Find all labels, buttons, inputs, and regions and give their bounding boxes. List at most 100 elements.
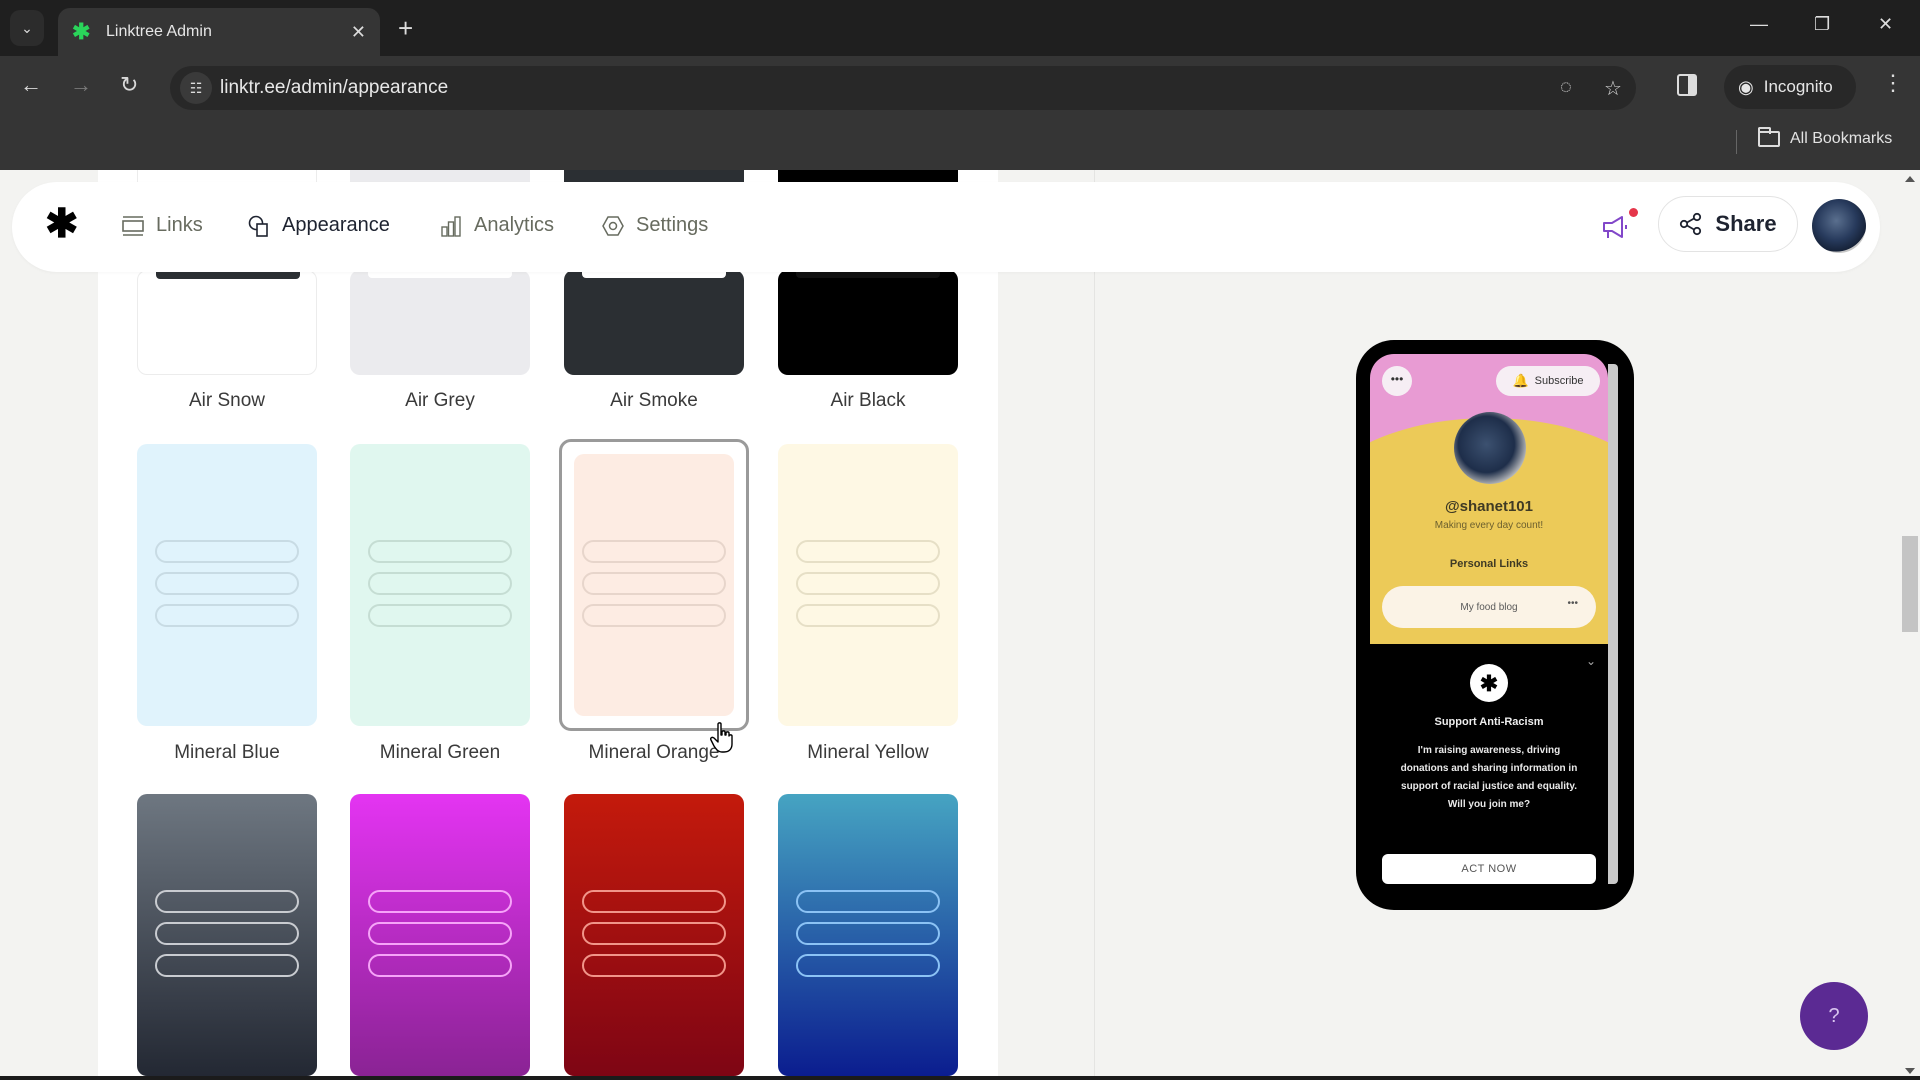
hand-cursor-icon	[710, 722, 733, 753]
theme-preview-link-pill	[582, 954, 726, 977]
help-button[interactable]: ?	[1800, 982, 1868, 1050]
preview-section-title: Personal Links	[1449, 558, 1529, 570]
scrollbar-thumb[interactable]	[1902, 536, 1918, 632]
bookmarks-bar: All Bookmarks	[0, 118, 1920, 170]
restore-icon[interactable]: ❐	[1814, 14, 1830, 35]
preview-link-more-icon[interactable]: •••	[1567, 598, 1578, 609]
theme-preview-link-pill	[155, 954, 299, 977]
theme-thumbnail[interactable]	[574, 454, 734, 716]
theme-thumbnail[interactable]	[350, 794, 530, 1076]
close-window-icon[interactable]: ✕	[1878, 14, 1893, 35]
share-label: Share	[1715, 211, 1777, 236]
theme-thumbnail-top-edge	[564, 170, 744, 182]
all-bookmarks-button[interactable]: All Bookmarks	[1758, 127, 1892, 148]
back-icon[interactable]: ←	[20, 72, 42, 98]
theme-label: Air Black	[830, 390, 906, 411]
theme-thumbnail[interactable]	[778, 270, 958, 375]
theme-preview-link-pill	[155, 922, 299, 945]
theme-preview-bar	[156, 271, 300, 279]
theme-label: Mineral Blue	[174, 742, 280, 763]
scroll-down-icon[interactable]	[1905, 1068, 1915, 1074]
url-text[interactable]: linktr.ee/admin/appearance	[220, 77, 448, 99]
linktree-logo-icon: ✱	[1470, 664, 1508, 702]
linktree-logo-icon[interactable]: ✱	[45, 204, 79, 244]
preview-subscribe-button[interactable]: 🔔 Subscribe	[1496, 366, 1600, 396]
theme-thumbnail[interactable]	[350, 270, 530, 375]
chevron-down-icon: ⌄	[21, 19, 33, 36]
side-panel-icon[interactable]	[1677, 74, 1697, 96]
theme-preview-link-pill	[368, 540, 512, 563]
theme-label: Air Snow	[188, 390, 266, 411]
theme-preview-link-pill	[155, 604, 299, 627]
theme-thumbnail[interactable]	[350, 444, 530, 726]
linktree-favicon-icon: ✱	[72, 19, 91, 44]
user-avatar[interactable]	[1812, 199, 1866, 253]
preview-handle: @shanet101	[1444, 498, 1533, 515]
share-icon	[1680, 212, 1702, 236]
tab-search-button[interactable]: ⌄	[10, 10, 44, 46]
theme-preview-link-pill	[155, 890, 299, 913]
close-tab-icon[interactable]: ✕	[351, 22, 366, 43]
promo-title: Support Anti-Racism	[1434, 716, 1544, 728]
theme-thumbnail[interactable]	[778, 794, 958, 1076]
forward-icon[interactable]: →	[70, 72, 92, 98]
nav-analytics[interactable]: Analytics	[440, 214, 554, 237]
theme-thumbnail[interactable]	[564, 270, 744, 375]
theme-preview-link-pill	[155, 540, 299, 563]
theme-preview-link-pill	[582, 922, 726, 945]
browser-tab-bar: ⌄ ✱ Linktree Admin ✕ + — ❐ ✕	[0, 0, 1920, 56]
theme-preview-link-pill	[368, 922, 512, 945]
nav-settings[interactable]: Settings	[602, 214, 708, 237]
megaphone-icon[interactable]	[1600, 212, 1630, 242]
browser-tab[interactable]: ✱ Linktree Admin ✕	[58, 8, 380, 56]
bookmarks-separator	[1736, 130, 1737, 154]
theme-preview-link-pill	[368, 572, 512, 595]
phone-screen: ••• 🔔 Subscribe @shanet101 Making every …	[1370, 354, 1608, 896]
nav-appearance[interactable]: Appearance	[248, 214, 390, 237]
theme-thumbnail-top-edge	[350, 170, 530, 182]
preview-more-button[interactable]: •••	[1382, 366, 1412, 396]
nav-links[interactable]: Links	[122, 214, 203, 237]
taskbar-edge	[0, 1076, 1920, 1080]
incognito-label: Incognito	[1763, 77, 1833, 96]
theme-preview-link-pill	[368, 954, 512, 977]
page-scrollbar[interactable]	[1900, 170, 1920, 1080]
preview-promo-panel: ⌄ ✱ Support Anti-Racism I'm raising awar…	[1370, 644, 1608, 896]
minimize-icon[interactable]: —	[1750, 14, 1768, 35]
eye-off-icon[interactable]: ◌	[1560, 76, 1572, 99]
reload-icon[interactable]: ↻	[120, 72, 138, 98]
links-icon	[122, 215, 144, 236]
theme-thumbnail[interactable]	[137, 794, 317, 1076]
analytics-icon	[441, 215, 461, 237]
share-button[interactable]: Share	[1658, 196, 1798, 252]
theme-thumbnail-top-edge	[778, 170, 958, 182]
theme-label: Air Grey	[405, 390, 475, 411]
theme-preview-link-pill	[796, 540, 940, 563]
star-icon[interactable]: ☆	[1604, 76, 1622, 101]
site-info-icon[interactable]: ☷	[180, 72, 212, 104]
tab-title: Linktree Admin	[106, 23, 212, 40]
theme-label: Air Smoke	[610, 390, 698, 411]
preview-link-button[interactable]: My food blog •••	[1382, 586, 1596, 628]
phone-scrollbar	[1608, 364, 1618, 884]
linktree-admin-page: Air Snow Air Grey Air Smoke Air Black Miner…	[0, 170, 1920, 1080]
theme-label: Mineral Green	[379, 742, 501, 763]
chevron-down-icon[interactable]: ⌄	[1586, 654, 1596, 668]
theme-thumbnail[interactable]	[137, 444, 317, 726]
nav-links-label: Links	[156, 214, 203, 236]
browser-menu-icon[interactable]: ⋮	[1882, 70, 1904, 96]
new-tab-button[interactable]: +	[398, 12, 413, 44]
promo-body: I'm raising awareness, driving donations…	[1400, 745, 1578, 810]
theme-thumbnail[interactable]	[778, 444, 958, 726]
act-now-button[interactable]: ACT NOW	[1382, 854, 1596, 884]
browser-toolbar: ← → ↻ ☷ linktr.ee/admin/appearance ◌ ☆ ◉…	[0, 56, 1920, 118]
address-bar[interactable]: ☷ linktr.ee/admin/appearance ◌ ☆	[170, 66, 1636, 110]
notification-dot	[1629, 208, 1638, 217]
theme-preview-link-pill	[155, 572, 299, 595]
theme-preview-link-pill	[582, 572, 726, 595]
incognito-indicator[interactable]: ◉ Incognito	[1724, 65, 1856, 109]
scroll-up-icon[interactable]	[1905, 176, 1915, 182]
theme-thumbnail[interactable]	[137, 270, 317, 375]
theme-preview-link-pill	[796, 604, 940, 627]
theme-thumbnail[interactable]	[564, 794, 744, 1076]
